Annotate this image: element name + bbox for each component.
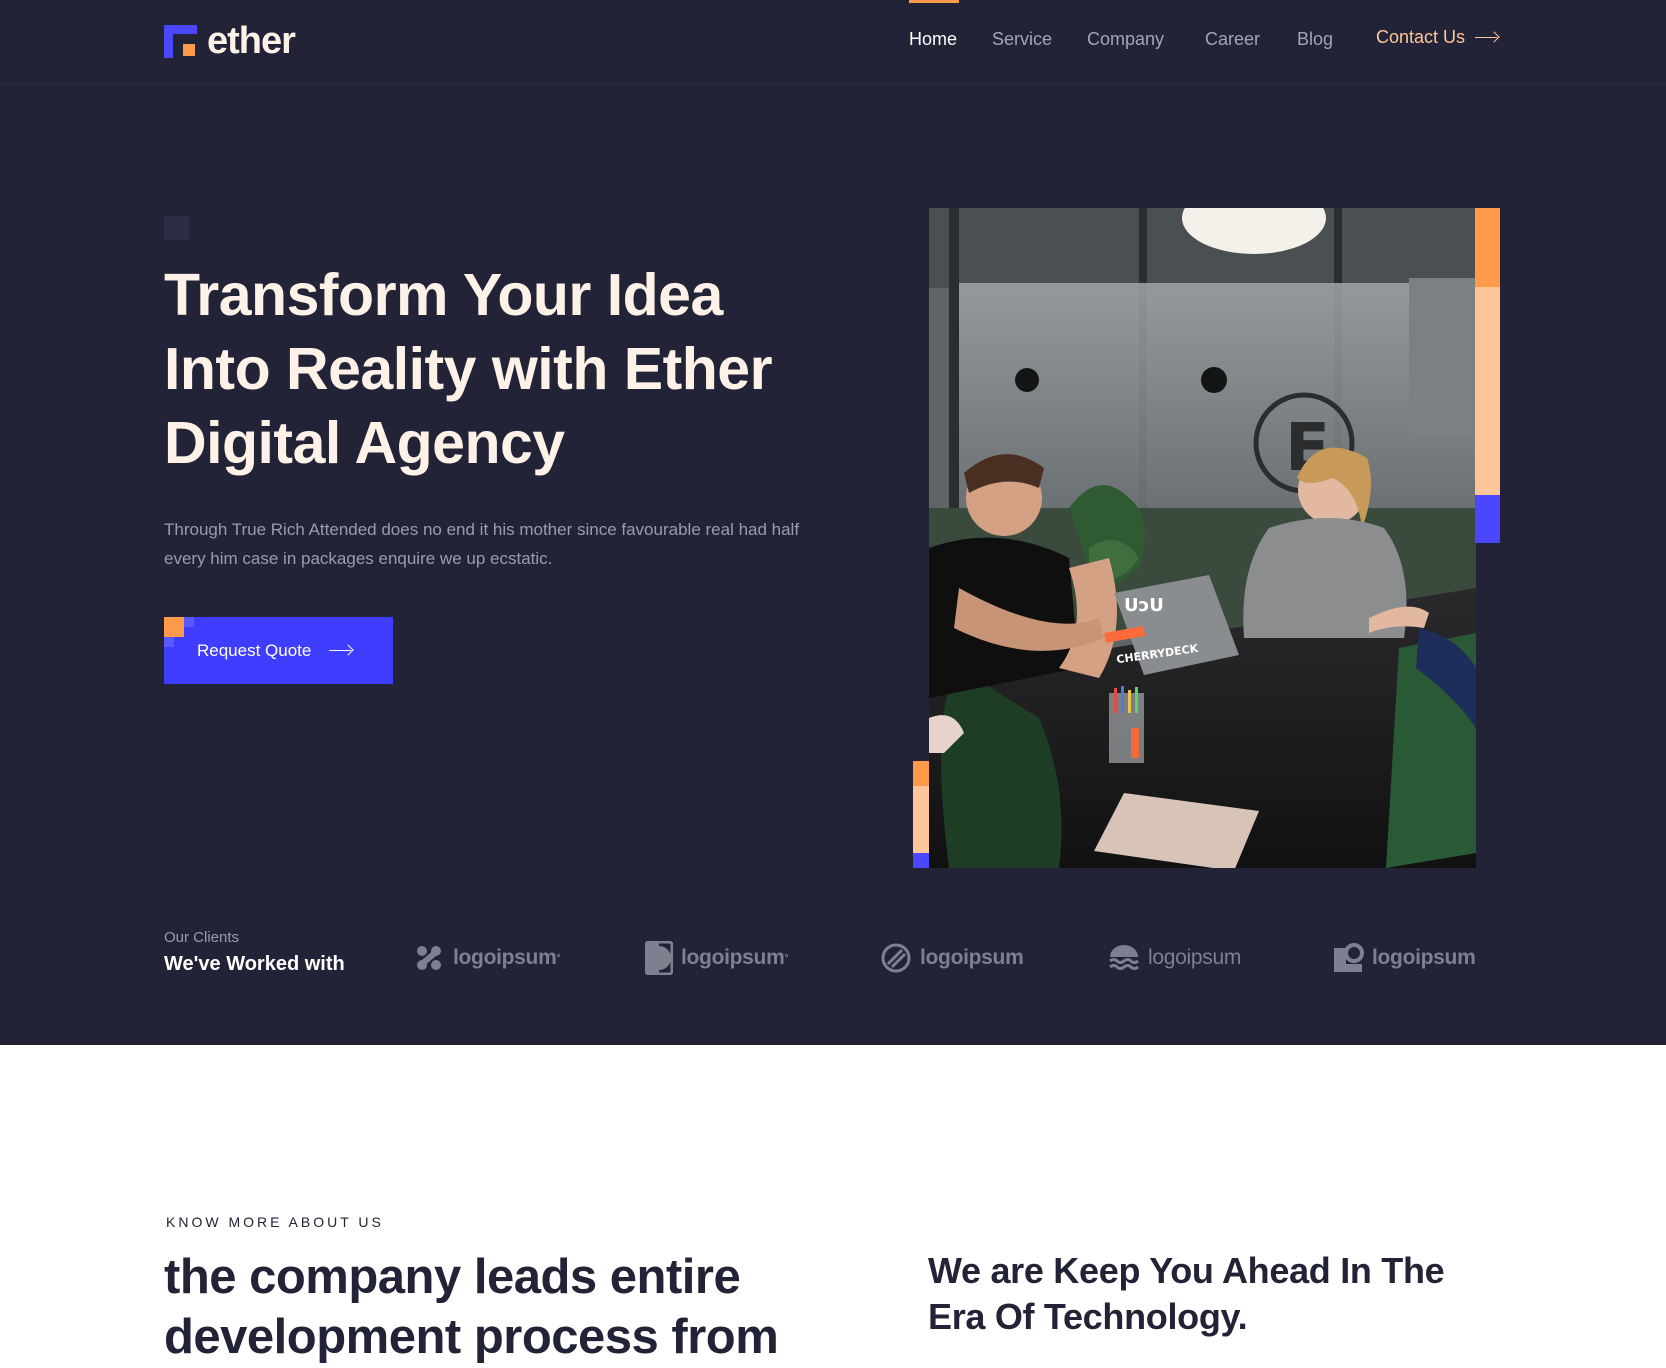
photo-accent-bar [913, 853, 929, 868]
client-logo-mark: ° [556, 952, 561, 964]
arrow-right-icon [329, 643, 355, 657]
hero-description: Through True Rich Attended does no end i… [164, 520, 800, 568]
about-kicker: KNOW MORE ABOUT US [166, 1214, 384, 1230]
clients-subtitle: Our Clients [164, 929, 240, 946]
photo-accent-bar [1475, 208, 1500, 287]
photo-accent-bar [913, 786, 929, 853]
photo-accent-bar [1475, 287, 1500, 495]
client-logo: logoipsum ° [645, 940, 788, 976]
client-logo: logoipsum ° [413, 940, 560, 976]
nav-item-company[interactable]: Company [1087, 29, 1164, 50]
site-header: ether Home Service Company Career Blog C… [0, 0, 1666, 84]
clients-title: We've Worked with [164, 953, 345, 975]
about-tagline: We are Keep You Ahead In The Era Of Tech… [928, 1248, 1488, 1340]
about-title-line: the company leads entire [164, 1250, 741, 1304]
half-circle-logo-icon [645, 941, 673, 975]
contact-us-label: Contact Us [1376, 27, 1466, 47]
contact-us-link[interactable]: Contact Us [1376, 27, 1500, 48]
hash-logo-icon [413, 942, 445, 974]
client-logo: logoipsum [880, 940, 1024, 976]
about-title: the company leads entire development pro… [164, 1247, 804, 1367]
hero-title: Transform Your Idea Into Reality with Et… [164, 258, 804, 480]
square-circle-logo-icon [1332, 942, 1364, 974]
client-logo: logoipsum [1108, 940, 1241, 976]
about-tagline-line: We are Keep You Ahead In The [928, 1250, 1445, 1291]
request-quote-button[interactable]: Request Quote [164, 617, 393, 684]
client-logo-text: logoipsum [1372, 946, 1476, 969]
hero-photo: E UɔU CHERRYDECK [929, 208, 1476, 868]
client-logo-text: logoipsum [920, 946, 1024, 969]
client-logo-mark: ° [784, 952, 789, 964]
decorative-square [164, 216, 189, 240]
client-logo-text: logoipsum [1148, 946, 1242, 969]
request-quote-label: Request Quote [197, 640, 312, 660]
waves-logo-icon [1108, 943, 1140, 973]
client-logo-text: logoipsum [681, 946, 785, 969]
photo-accent-bar [913, 761, 929, 786]
hero-title-line: Into Reality with Ether [164, 336, 773, 402]
cta-decoration [184, 617, 194, 627]
laptop-logo: UɔU [1124, 595, 1164, 616]
hero-title-line: Digital Agency [164, 410, 565, 476]
client-logo: logoipsum [1332, 940, 1476, 976]
nav-item-home[interactable]: Home [909, 29, 957, 50]
hero-section: ether Home Service Company Career Blog C… [0, 0, 1666, 1045]
brand-logo[interactable]: ether [164, 20, 296, 62]
meeting-photo-illustration: E UɔU CHERRYDECK [929, 208, 1476, 868]
arrow-right-icon [1475, 30, 1500, 44]
slashed-circle-logo-icon [880, 942, 912, 974]
about-title-line: development process from [164, 1310, 779, 1364]
nav-item-service[interactable]: Service [992, 29, 1052, 50]
cta-decoration [164, 637, 174, 647]
client-logo-text: logoipsum [453, 946, 557, 969]
brand-name: ether [207, 20, 296, 62]
nav-item-blog[interactable]: Blog [1297, 29, 1333, 50]
cta-decoration [164, 617, 184, 637]
nav-active-indicator [909, 0, 959, 3]
photo-accent-bar [1475, 495, 1500, 543]
nav-item-career[interactable]: Career [1205, 29, 1260, 50]
about-tagline-line: Era Of Technology. [928, 1296, 1248, 1337]
hero-title-line: Transform Your Idea [164, 262, 723, 328]
brand-logo-mark-icon [164, 24, 197, 58]
